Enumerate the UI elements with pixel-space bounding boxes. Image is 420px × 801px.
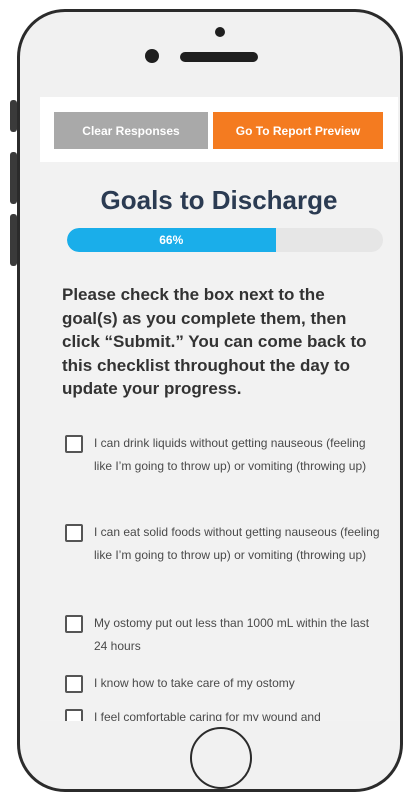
goal-label: I know how to take care of my ostomy [94,676,295,690]
home-button[interactable] [190,727,252,789]
progress-bar: 66% [67,228,383,252]
app-screen: Clear Responses Go To Report Preview Goa… [40,97,398,721]
goal-item[interactable]: I feel comfortable caring for my wound a… [65,708,384,721]
instructions-text: Please check the box next to the goal(s)… [62,285,367,398]
goal-checkbox[interactable] [65,615,83,633]
goal-checkbox[interactable] [65,524,83,542]
phone-mute-switch [10,100,17,132]
goal-label: I feel comfortable caring for my wound a… [94,710,321,721]
progress-label: 66% [159,233,184,247]
phone-volume-up-button [10,152,17,204]
top-toolbar: Clear Responses Go To Report Preview [40,97,398,162]
goal-checkbox[interactable] [65,435,83,453]
goal-item[interactable]: I can eat solid foods without getting na… [65,523,384,567]
front-camera-icon [145,49,159,63]
report-preview-button[interactable]: Go To Report Preview [213,112,383,149]
page-title: Goals to Discharge [100,185,338,215]
progress-fill: 66% [67,228,276,252]
sensor-dot [215,27,225,37]
goal-checkbox[interactable] [65,675,83,693]
goal-item[interactable]: I can drink liquids without getting naus… [65,434,384,478]
goal-label: I can eat solid foods without getting na… [94,525,380,562]
goal-label: I can drink liquids without getting naus… [94,436,367,473]
goal-checkbox[interactable] [65,709,83,721]
phone-volume-down-button [10,214,17,266]
goal-item[interactable]: I know how to take care of my ostomy [65,674,384,695]
goal-label: My ostomy put out less than 1000 mL with… [94,616,370,653]
clear-responses-button[interactable]: Clear Responses [54,112,208,149]
earpiece-speaker [180,52,258,62]
goal-item[interactable]: My ostomy put out less than 1000 mL with… [65,614,384,658]
